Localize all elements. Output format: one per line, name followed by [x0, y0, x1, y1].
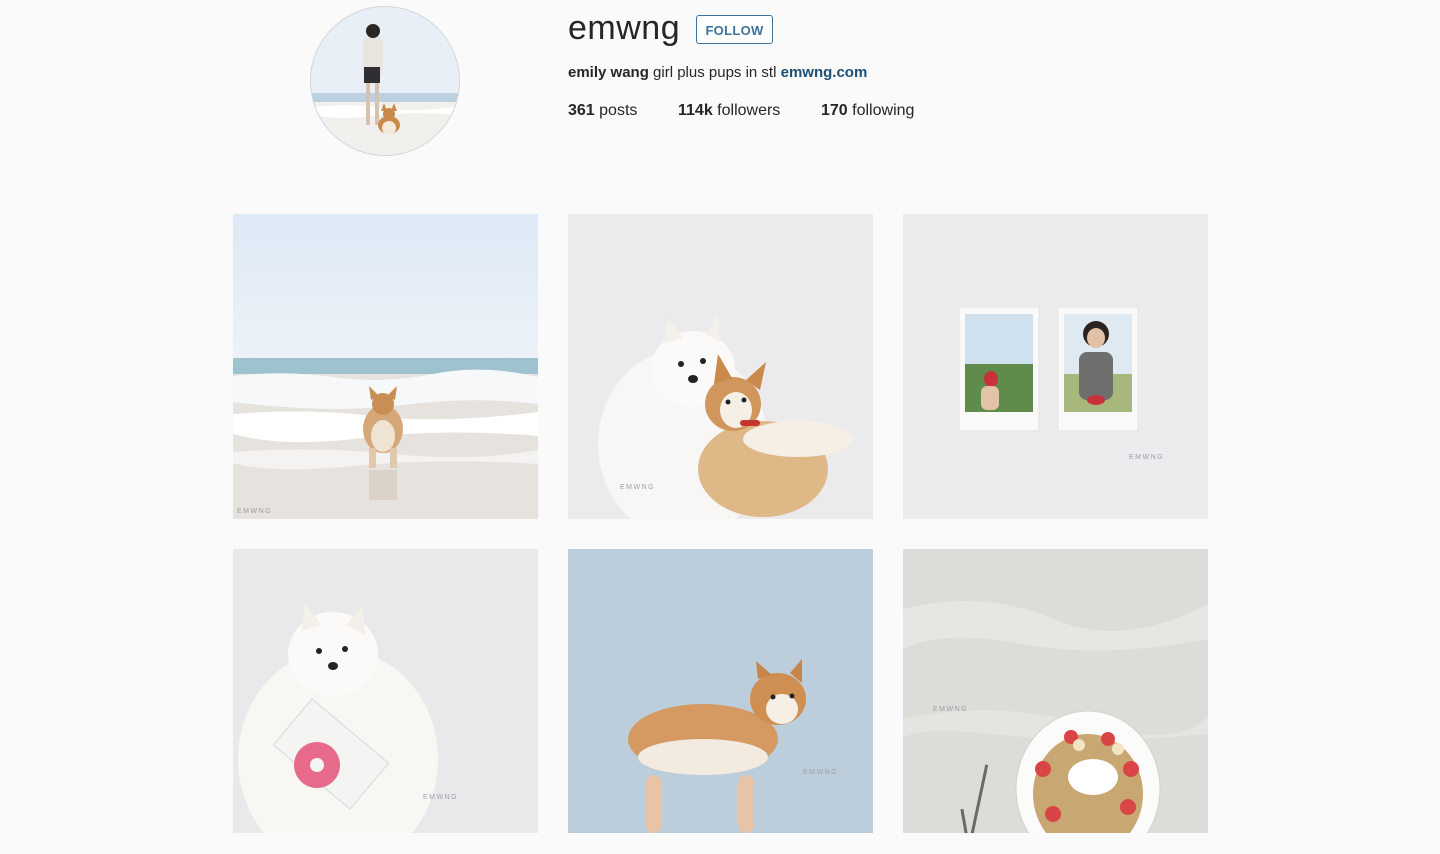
profile-website-link[interactable]: emwng.com [781, 64, 868, 81]
follow-button[interactable]: FOLLOW [696, 15, 773, 44]
post-watermark: EMWNG [1129, 454, 1164, 461]
post-thumbnail[interactable]: EMWNG [233, 214, 538, 519]
following-label: following [852, 102, 915, 119]
following-stat[interactable]: 170 following [821, 102, 914, 120]
post-image: EMWNG [903, 214, 1208, 519]
profile-avatar[interactable] [310, 6, 460, 156]
profile-username: emwng [568, 9, 681, 47]
following-count: 170 [821, 102, 848, 119]
followers-count: 114k [678, 102, 713, 119]
post-watermark: EMWNG [933, 706, 968, 713]
avatar-image [311, 7, 459, 155]
post-thumbnail[interactable]: EMWNG [903, 214, 1208, 519]
post-image: EMWNG [568, 214, 873, 519]
post-watermark: EMWNG [423, 794, 458, 801]
profile-full-name: emily wang [568, 64, 649, 81]
post-thumbnail[interactable]: EMWNG [568, 214, 873, 519]
followers-label: followers [717, 102, 781, 119]
post-watermark: EMWNG [237, 508, 272, 515]
posts-count: 361 [568, 102, 595, 119]
post-watermark: EMWNG [803, 769, 838, 776]
posts-label: posts [599, 102, 638, 119]
profile-bio: emily wang girl plus pups in stl emwng.c… [568, 64, 867, 81]
post-watermark: EMWNG [620, 484, 655, 491]
post-thumbnail[interactable]: EMWNG [903, 549, 1208, 854]
posts-count-stat: 361 posts [568, 102, 637, 120]
post-image: EMWNG [233, 549, 538, 833]
post-image: EMWNG [903, 549, 1208, 833]
post-image: EMWNG [233, 214, 538, 519]
bio-text: girl plus pups in stl [653, 64, 777, 81]
post-thumbnail[interactable]: EMWNG [233, 549, 538, 854]
followers-stat[interactable]: 114k followers [678, 102, 780, 120]
post-image: EMWNG [568, 549, 873, 833]
post-thumbnail[interactable]: EMWNG [568, 549, 873, 854]
